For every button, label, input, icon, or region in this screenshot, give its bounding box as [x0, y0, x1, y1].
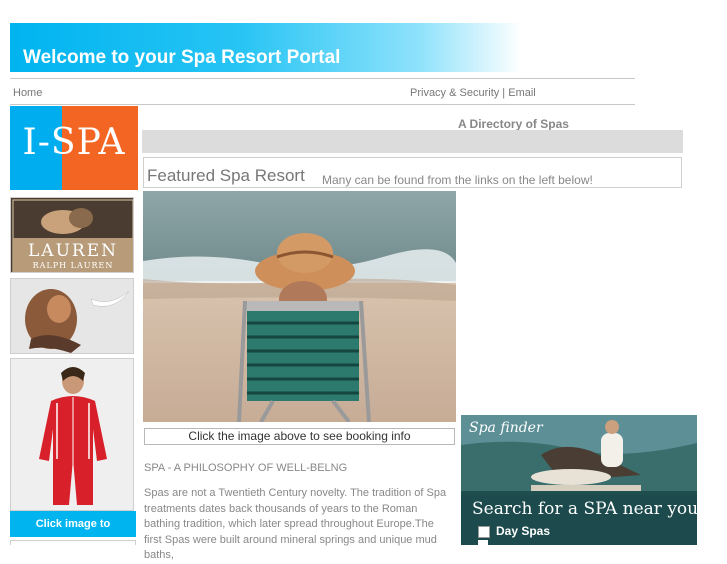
nav-right-links: Privacy & Security | Email	[410, 87, 536, 99]
ad-lauren-sub: RALPH LAUREN	[33, 261, 114, 270]
ad-tracksuit[interactable]	[10, 358, 134, 511]
purchase-button[interactable]: Click image to purchase	[10, 511, 136, 556]
ad-lauren-image: LAUREN RALPH LAUREN	[11, 198, 133, 272]
featured-caption[interactable]: Click the image above to see booking inf…	[144, 428, 455, 445]
nav-divider	[10, 104, 635, 105]
nav-email-link[interactable]: Email	[508, 87, 536, 99]
article-body: Spas are not a Twentieth Century novelty…	[144, 487, 447, 561]
featured-spa-image[interactable]	[143, 191, 456, 424]
spafinder-logo: Spa finder	[469, 420, 543, 436]
spafinder-search-text: Search for a SPA near you:	[472, 499, 704, 519]
featured-subtitle: Many can be found from the links on the …	[322, 173, 593, 187]
directory-bar	[142, 130, 683, 153]
ad-lauren-brand: LAUREN	[28, 241, 118, 261]
site-logo[interactable]: I-SPA	[10, 106, 138, 190]
spafinder-option-day-spas[interactable]: Day Spas	[478, 524, 550, 538]
nav-home-link[interactable]: Home	[13, 87, 42, 99]
ad-nike-image	[11, 279, 133, 353]
ad-lauren[interactable]: LAUREN RALPH LAUREN	[10, 197, 134, 273]
nav-privacy-link[interactable]: Privacy & Security	[410, 87, 499, 99]
featured-title: Featured Spa Resort	[147, 166, 305, 185]
spafinder-option-next-checkbox[interactable]	[478, 540, 488, 545]
spafinder-option-label: Day Spas	[496, 524, 551, 538]
beach-photo	[143, 191, 456, 424]
header-divider	[10, 78, 635, 79]
left-column-next-box	[10, 540, 136, 545]
ad-nike[interactable]	[10, 278, 134, 354]
ad-tracksuit-image	[11, 359, 133, 510]
page-title: Welcome to your Spa Resort Portal	[23, 47, 341, 68]
checkbox-icon[interactable]	[478, 525, 490, 538]
logo-text: I-SPA	[22, 122, 126, 163]
article-title: SPA - A PHILOSOPHY OF WELL-BELNG	[144, 462, 348, 474]
directory-title: A Directory of Spas	[458, 117, 569, 131]
nav-separator: |	[499, 87, 509, 99]
